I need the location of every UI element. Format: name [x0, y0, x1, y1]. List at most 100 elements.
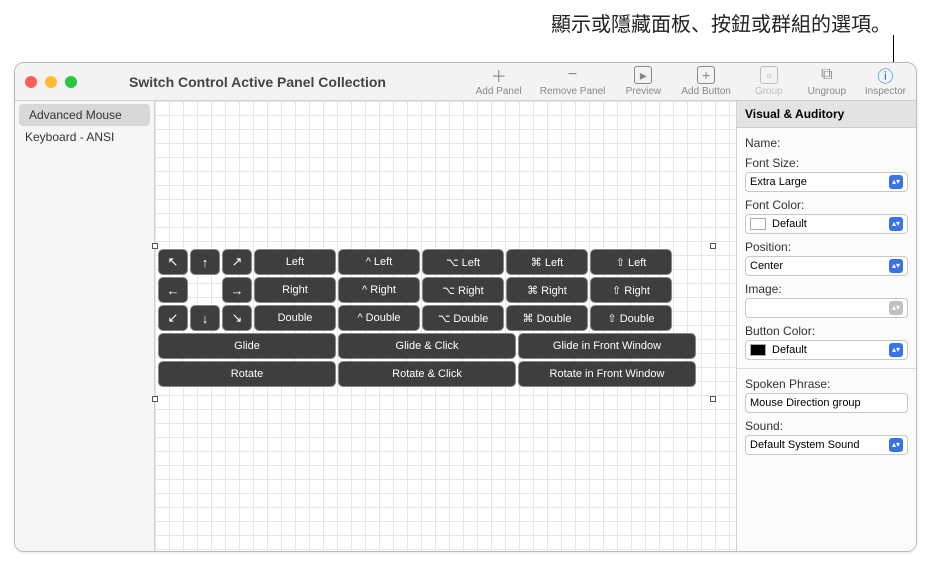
inspector-header: Visual & Auditory — [737, 101, 916, 128]
chevron-updown-icon: ▴▾ — [889, 175, 903, 189]
shift-right-button[interactable]: ⇧ Right — [590, 277, 672, 303]
cmd-left-button[interactable]: ⌘ Left — [506, 249, 588, 275]
rotate-click-button[interactable]: Rotate & Click — [338, 361, 516, 387]
sidebar-item-advanced-mouse[interactable]: Advanced Mouse — [19, 104, 150, 126]
add-button-icon: + — [697, 66, 715, 84]
sound-value: Default System Sound — [750, 439, 859, 451]
remove-panel-button[interactable]: − Remove Panel — [540, 66, 606, 97]
sidebar: Advanced Mouse Keyboard - ANSI — [15, 101, 155, 551]
selection-handle[interactable] — [710, 396, 716, 402]
left-button[interactable]: Left — [254, 249, 336, 275]
font-size-label: Font Size: — [745, 156, 908, 170]
spoken-phrase-value: Mouse Direction group — [750, 397, 861, 409]
chevron-updown-icon: ▴▾ — [889, 438, 903, 452]
traffic-lights — [25, 76, 77, 88]
glide-click-button[interactable]: Glide & Click — [338, 333, 516, 359]
button-color-value: Default — [772, 344, 807, 356]
titlebar: Switch Control Active Panel Collection ＋… — [15, 63, 916, 101]
inspector-panel: Visual & Auditory Name: Font Size: Extra… — [736, 101, 916, 551]
close-button[interactable] — [25, 76, 37, 88]
arrow-down-right-button[interactable]: ↘ — [222, 305, 252, 331]
add-panel-button[interactable]: ＋ Add Panel — [476, 66, 522, 97]
color-swatch-icon — [750, 344, 766, 356]
right-button[interactable]: Right — [254, 277, 336, 303]
ungroup-button[interactable]: ⧉ Ungroup — [807, 66, 847, 97]
glide-button[interactable]: Glide — [158, 333, 336, 359]
button-color-select[interactable]: Default ▴▾ — [745, 340, 908, 360]
minimize-button[interactable] — [45, 76, 57, 88]
position-select[interactable]: Center ▴▾ — [745, 256, 908, 276]
button-color-label: Button Color: — [745, 324, 908, 338]
divider — [737, 368, 916, 369]
image-label: Image: — [745, 282, 908, 296]
group-icon: ▫ — [760, 66, 778, 84]
cmd-right-button[interactable]: ⌘ Right — [506, 277, 588, 303]
group-button: ▫ Group — [749, 66, 789, 97]
ctrl-left-button[interactable]: ^ Left — [338, 249, 420, 275]
window: Switch Control Active Panel Collection ＋… — [14, 62, 917, 552]
add-button-button[interactable]: + Add Button — [681, 66, 730, 97]
opt-double-button[interactable]: ⌥ Double — [422, 305, 504, 331]
add-panel-label: Add Panel — [476, 86, 522, 97]
arrow-up-left-button[interactable]: ↖ — [158, 249, 188, 275]
cmd-double-button[interactable]: ⌘ Double — [506, 305, 588, 331]
chevron-updown-icon: ▴▾ — [889, 343, 903, 357]
spoken-phrase-input[interactable]: Mouse Direction group — [745, 393, 908, 413]
color-swatch-icon — [750, 218, 766, 230]
play-icon: ▸ — [634, 66, 652, 84]
ungroup-icon: ⧉ — [818, 66, 836, 84]
ctrl-right-button[interactable]: ^ Right — [338, 277, 420, 303]
shift-left-button[interactable]: ⇧ Left — [590, 249, 672, 275]
canvas[interactable]: ↖ ↑ ↗ Left ^ Left ⌥ Left ⌘ Left ⇧ Left ←… — [155, 101, 736, 551]
opt-right-button[interactable]: ⌥ Right — [422, 277, 504, 303]
font-color-select[interactable]: Default ▴▾ — [745, 214, 908, 234]
callout-text: 顯示或隱藏面板、按鈕或群組的選項。 — [0, 8, 891, 37]
position-label: Position: — [745, 240, 908, 254]
ungroup-label: Ungroup — [808, 86, 846, 97]
arrow-down-left-button[interactable]: ↙ — [158, 305, 188, 331]
chevron-updown-icon: ▴▾ — [889, 217, 903, 231]
chevron-updown-icon: ▴▾ — [889, 259, 903, 273]
spoken-phrase-label: Spoken Phrase: — [745, 377, 908, 391]
image-select[interactable]: ▴▾ — [745, 298, 908, 318]
font-size-value: Extra Large — [750, 176, 807, 188]
name-label: Name: — [745, 136, 908, 150]
sound-select[interactable]: Default System Sound ▴▾ — [745, 435, 908, 455]
rotate-front-window-button[interactable]: Rotate in Front Window — [518, 361, 696, 387]
preview-button[interactable]: ▸ Preview — [623, 66, 663, 97]
maximize-button[interactable] — [65, 76, 77, 88]
plus-icon: ＋ — [490, 66, 508, 84]
arrow-up-right-button[interactable]: ↗ — [222, 249, 252, 275]
arrow-down-button[interactable]: ↓ — [190, 305, 220, 331]
body: Advanced Mouse Keyboard - ANSI ↖ ↑ ↗ Lef… — [15, 101, 916, 551]
arrow-right-button[interactable]: → — [222, 277, 252, 303]
window-title: Switch Control Active Panel Collection — [129, 74, 386, 90]
remove-panel-label: Remove Panel — [540, 86, 606, 97]
selection-handle[interactable] — [152, 396, 158, 402]
font-color-label: Font Color: — [745, 198, 908, 212]
arrow-spacer — [190, 277, 220, 303]
ctrl-double-button[interactable]: ^ Double — [338, 305, 420, 331]
font-size-select[interactable]: Extra Large ▴▾ — [745, 172, 908, 192]
toolbar: ＋ Add Panel − Remove Panel ▸ Preview + A… — [476, 66, 906, 97]
opt-left-button[interactable]: ⌥ Left — [422, 249, 504, 275]
panel-buttons-group: ↖ ↑ ↗ Left ^ Left ⌥ Left ⌘ Left ⇧ Left ←… — [158, 249, 696, 387]
minus-icon: − — [564, 66, 582, 84]
shift-double-button[interactable]: ⇧ Double — [590, 305, 672, 331]
glide-front-window-button[interactable]: Glide in Front Window — [518, 333, 696, 359]
position-value: Center — [750, 260, 783, 272]
inspector-label: Inspector — [865, 86, 906, 97]
rotate-button[interactable]: Rotate — [158, 361, 336, 387]
inspector-button[interactable]: ⓘ Inspector — [865, 66, 906, 97]
font-color-value: Default — [772, 218, 807, 230]
info-icon: ⓘ — [876, 66, 894, 84]
chevron-updown-icon: ▴▾ — [889, 301, 903, 315]
arrow-up-button[interactable]: ↑ — [190, 249, 220, 275]
add-button-label: Add Button — [681, 86, 730, 97]
preview-label: Preview — [626, 86, 662, 97]
double-button[interactable]: Double — [254, 305, 336, 331]
sound-label: Sound: — [745, 419, 908, 433]
sidebar-item-keyboard-ansi[interactable]: Keyboard - ANSI — [15, 126, 154, 148]
arrow-left-button[interactable]: ← — [158, 277, 188, 303]
selection-handle[interactable] — [710, 243, 716, 249]
